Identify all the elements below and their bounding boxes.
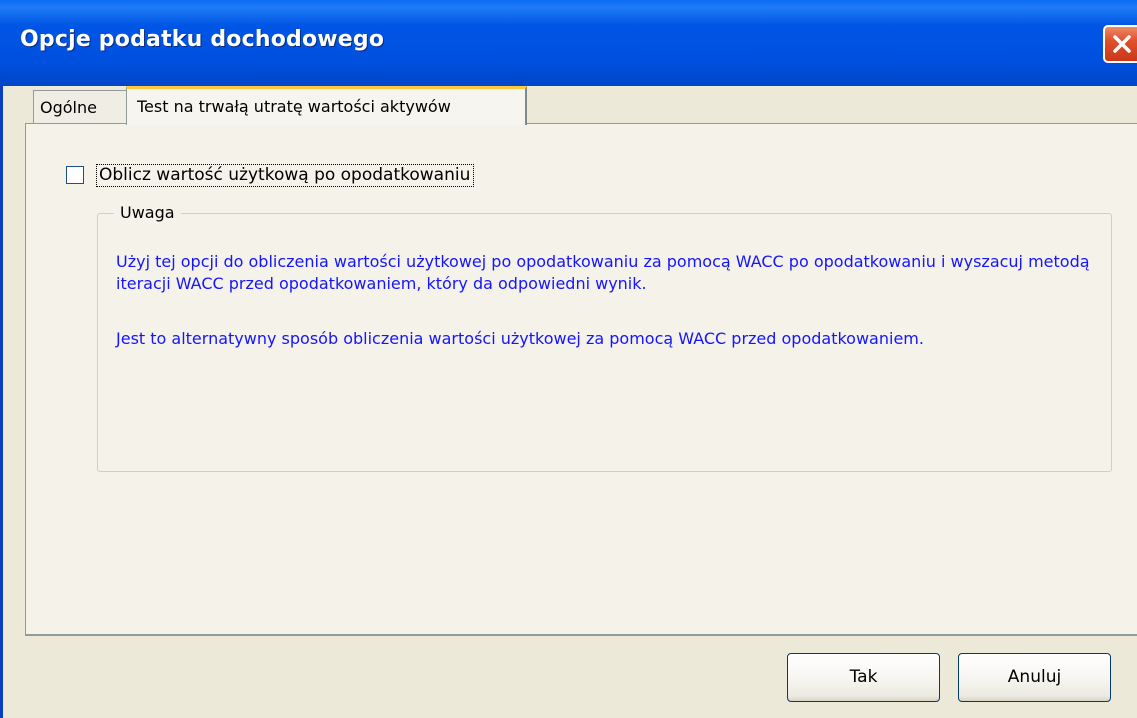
dialog-content: Ogólne Test na trwałą utratę wartości ak… [0, 86, 1137, 718]
note-groupbox: Uwaga Użyj tej opcji do obliczenia warto… [97, 203, 1112, 472]
close-button[interactable] [1103, 25, 1137, 63]
window-title: Opcje podatku dochodowego [20, 27, 385, 52]
after-tax-value-label[interactable]: Oblicz wartość użytkową po opodatkowaniu [96, 164, 475, 187]
dialog-window: Opcje podatku dochodowego Ogólne Test na… [0, 0, 1137, 718]
title-bar[interactable]: Opcje podatku dochodowego [0, 0, 1137, 86]
note-paragraph: Użyj tej opcji do obliczenia wartości uż… [116, 252, 1090, 293]
tab-impairment-test-label: Test na trwałą utratę wartości aktywów [137, 97, 451, 116]
window-frame-left [0, 86, 3, 718]
tab-impairment-test[interactable]: Test na trwałą utratę wartości aktywów [126, 86, 527, 125]
tab-general[interactable]: Ogólne [33, 90, 127, 123]
ok-button[interactable]: Tak [787, 653, 940, 702]
note-groupbox-title: Uwaga [114, 203, 181, 222]
note-paragraph: Jest to alternatywny sposób obliczenia w… [116, 329, 924, 348]
close-icon [1113, 35, 1131, 53]
cancel-button[interactable]: Anuluj [958, 653, 1111, 702]
tab-panel: Oblicz wartość użytkową po opodatkowaniu… [25, 123, 1137, 636]
tab-general-label: Ogólne [40, 98, 97, 117]
after-tax-value-checkbox[interactable] [66, 166, 84, 184]
